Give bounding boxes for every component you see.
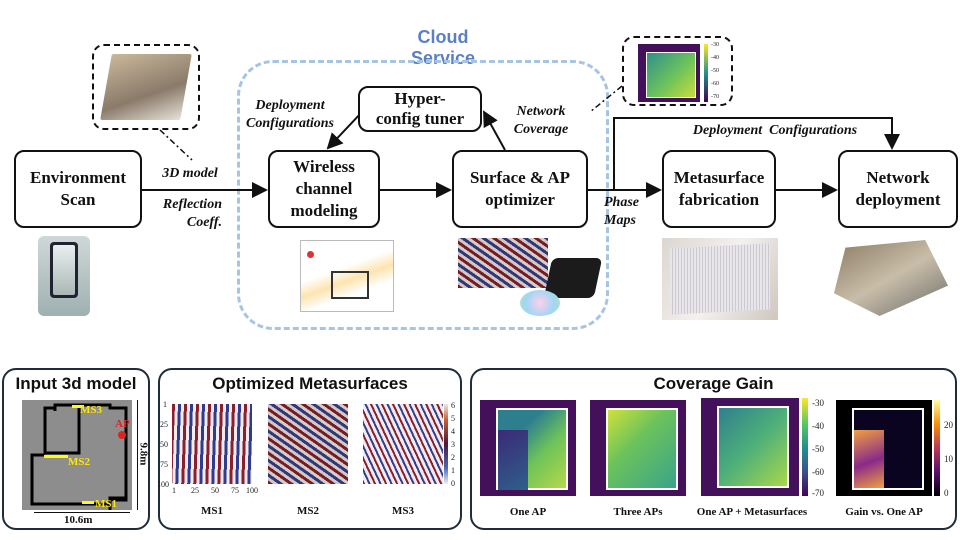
caption-one-ap-metasurfaces: One AP + Metasurfaces [696,506,808,518]
ms3-caption: MS3 [392,505,414,517]
ms1-caption: MS1 [201,505,223,517]
panel-title: Optimized Metasurfaces [212,374,408,393]
coverage-inset: -30 -40 -50 -60 -70 [622,36,733,106]
ray-tracing-image [300,240,394,312]
caption-three-aps: Three APs [613,506,663,518]
label-network-coverage: Network Coverage [513,104,569,137]
fabricated-metasurface-image [662,238,778,320]
system-overview-diagram: Cloud Service Environment Scan Wireless … [0,0,960,540]
floorplan-image: MS3 MS2 MS1 AP [22,400,132,510]
ms2-label: MS2 [68,456,90,468]
model-inset [92,44,200,130]
phase-map-image [458,238,548,288]
panel-title: Coverage Gain [653,374,774,393]
hyper-config-box: Hyper-config tuner [358,86,482,132]
label-reflection: Reflection Coeff. [162,197,222,230]
height-dimension: 9.8m [137,442,150,466]
optimized-metasurfaces-panel: Optimized Metasurfaces 1 25 50 75 100 1 … [157,368,462,530]
phase-colorbar [444,404,448,484]
coverage-map-image [638,44,700,102]
input-3d-model-panel: Input 3d model MS3 MS2 MS1 AP 9.8m 10.6m [2,368,150,530]
phone-scan-image [38,236,90,316]
ms2-phase-map [268,404,348,484]
ms2-caption: MS2 [297,505,319,517]
3d-model-image [100,54,192,120]
ms1-label: MS1 [95,498,117,510]
label-deployment-left: Deployment Configurations [246,98,334,131]
label-phase-maps: Phase Maps [604,195,639,228]
metasurface-fabrication-box: Metasurface fabrication [662,150,776,228]
three-aps-map [590,400,686,496]
caption-one-ap: One AP [509,506,547,518]
ap-label: AP [115,418,130,430]
label-deployment-top: Deployment Configurations [692,123,858,138]
ms3-label: MS3 [80,404,102,416]
gain-colorbar [934,400,940,496]
network-deployment-box: Network deployment [838,150,958,228]
one-ap-map [480,400,576,496]
surface-optimizer-box: Surface & AP optimizer [452,150,588,228]
gain-map [836,400,932,496]
beam-pattern-image [520,290,560,316]
coverage-gain-panel: Coverage Gain -30 -40 -50 -60 -70 20 10 … [470,368,957,530]
arrow-optimizer-to-tuner [483,110,506,151]
panel-title: Input 3d model [15,374,137,393]
rss-colorbar [802,398,808,496]
environment-scan-box: Environment Scan [14,150,142,228]
width-dimension: 10.6m [64,514,93,526]
ms3-phase-map [363,404,443,484]
one-ap-metasurfaces-map [701,398,799,496]
label-3d-model: 3D model [162,166,218,181]
wireless-channel-box: Wireless channel modeling [268,150,380,228]
caption-gain: Gain vs. One AP [845,506,923,518]
ms1-phase-map [172,404,252,484]
